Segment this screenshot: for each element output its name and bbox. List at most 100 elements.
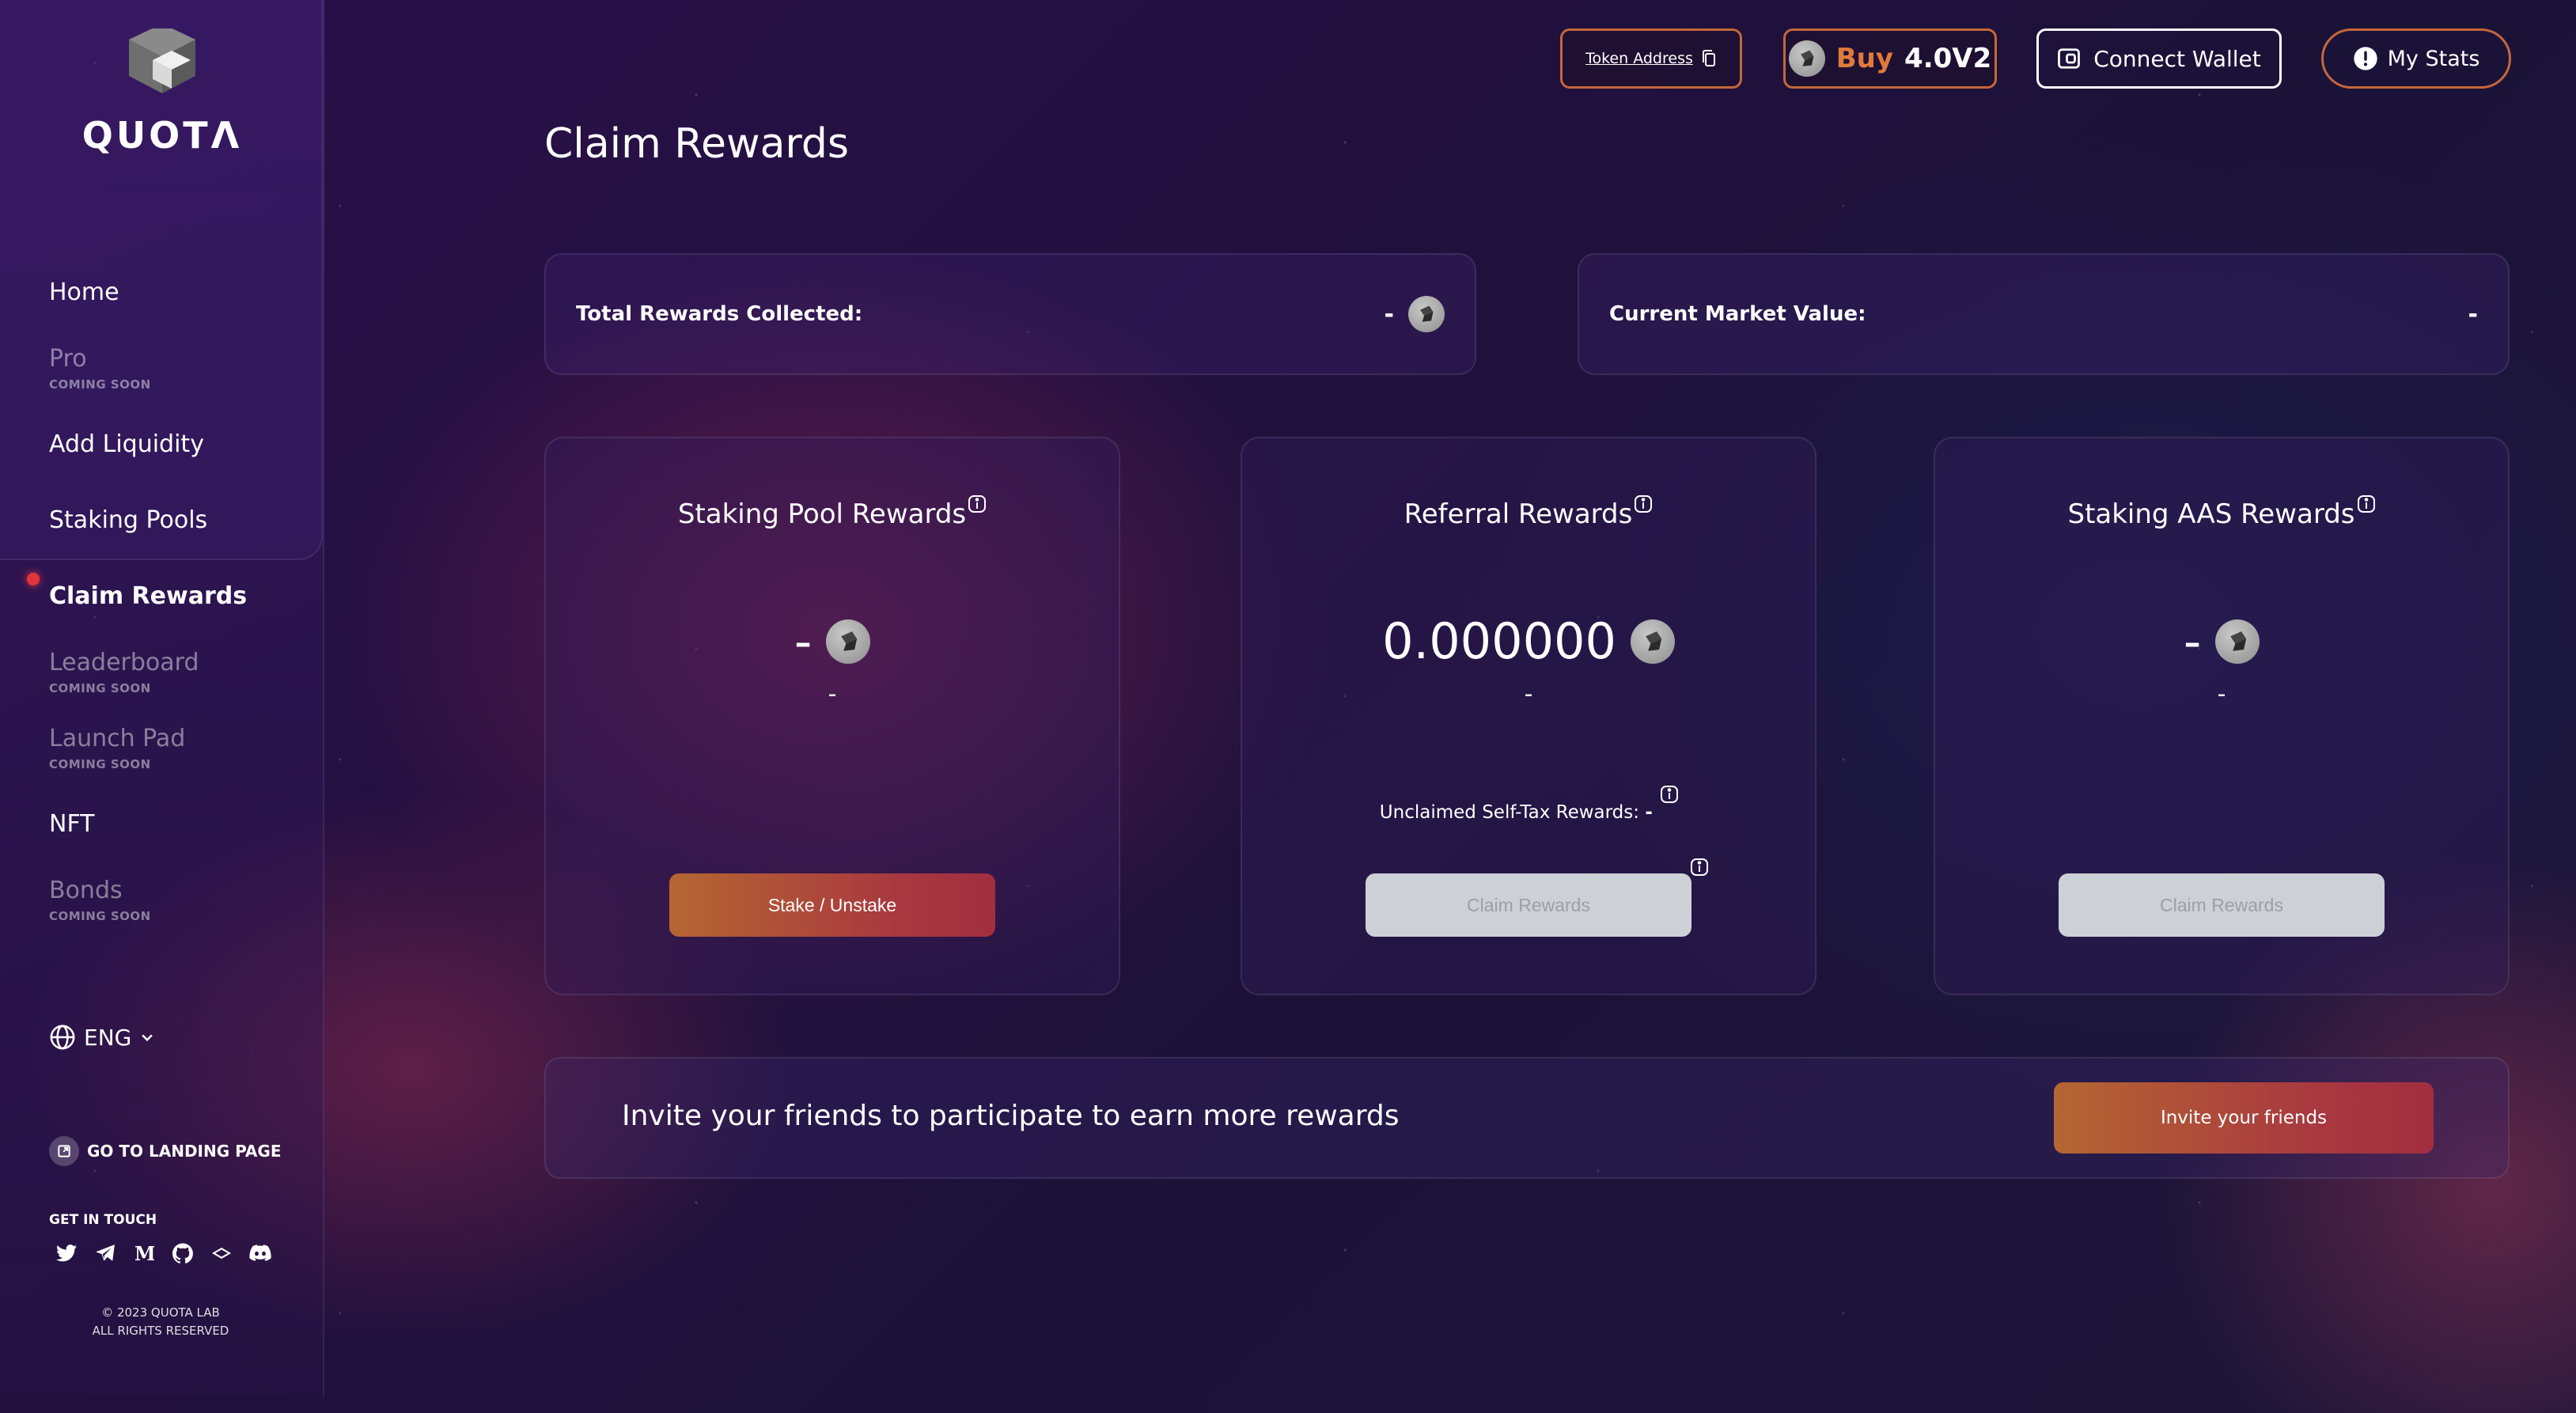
quota-coin-icon <box>1408 296 1445 332</box>
sidebar-item-bonds[interactable]: Bonds COMING SOON <box>49 877 151 923</box>
sidebar-item-add-liquidity[interactable]: Add Liquidity <box>49 430 204 458</box>
sidebar-item-launch-pad[interactable]: Launch Pad COMING SOON <box>49 725 185 771</box>
social-links: M <box>55 1242 271 1264</box>
page-title: Claim Rewards <box>544 120 849 168</box>
copyright: © 2023 QUOTA LAB ALL RIGHTS RESERVED <box>0 1304 321 1340</box>
copy-icon <box>1702 50 1715 66</box>
stake-unstake-button[interactable]: Stake / Unstake <box>669 873 995 937</box>
sidebar-item-staking-pools[interactable]: Staking Pools <box>49 506 207 534</box>
connect-wallet-label: Connect Wallet <box>2093 45 2261 72</box>
brand-name: QUOTΛ <box>81 114 243 157</box>
total-rewards-value: - <box>1384 300 1394 328</box>
info-icon[interactable] <box>1690 858 1709 880</box>
go-to-landing-link[interactable]: GO TO LANDING PAGE <box>49 1136 282 1166</box>
sidebar-item-label: Claim Rewards <box>49 582 248 610</box>
sidebar-item-home[interactable]: Home <box>49 278 119 306</box>
market-value: - <box>2468 300 2478 328</box>
quota-coin-icon <box>2215 619 2260 664</box>
sidebar-item-label: Add Liquidity <box>49 430 204 458</box>
globe-icon <box>50 1025 75 1050</box>
copyright-line: © 2023 QUOTA LAB <box>101 1305 220 1320</box>
market-value-label: Current Market Value: <box>1609 302 1866 326</box>
reward-usd-value: - <box>1524 680 1533 708</box>
reward-value: - <box>794 612 813 670</box>
my-stats-button[interactable]: My Stats <box>2321 28 2511 89</box>
reward-value: 0.000000 <box>1382 612 1616 670</box>
claim-referral-rewards-button[interactable]: Claim Rewards <box>1366 873 1691 937</box>
sidebar-item-claim-rewards[interactable]: Claim Rewards <box>49 582 247 610</box>
get-in-touch-heading: GET IN TOUCH <box>49 1212 157 1228</box>
coming-soon-label: COMING SOON <box>49 681 151 695</box>
alert-icon <box>2353 47 2377 70</box>
coming-soon-label: COMING SOON <box>49 377 151 392</box>
unclaimed-self-tax: Unclaimed Self-Tax Rewards: - <box>1242 786 1815 823</box>
language-selector[interactable]: ENG <box>49 1024 155 1051</box>
card-title-text: Staking Pool Rewards <box>677 498 967 530</box>
sidebar-item-label: Home <box>49 278 119 306</box>
wallet-icon <box>2058 48 2081 69</box>
landing-label: GO TO LANDING PAGE <box>87 1142 282 1161</box>
unclaimed-value: - <box>1645 802 1653 823</box>
reward-usd-value: - <box>828 680 837 708</box>
reward-value-group: - <box>546 612 1119 670</box>
active-indicator <box>27 573 40 585</box>
info-icon[interactable] <box>1634 489 1653 521</box>
token-address-label: Token Address <box>1585 50 1693 67</box>
chevron-down-icon <box>142 1034 153 1042</box>
card-title-text: Referral Rewards <box>1404 498 1633 530</box>
sidebar-item-label: NFT <box>49 810 95 838</box>
total-rewards-card: Total Rewards Collected: - <box>544 253 1476 375</box>
gitbook-icon[interactable] <box>210 1242 233 1264</box>
buy-label: Buy <box>1835 43 1894 74</box>
card-title: Referral Rewards <box>1242 495 1815 530</box>
connect-wallet-button[interactable]: Connect Wallet <box>2036 28 2282 89</box>
quota-logo[interactable]: QUOTΛ <box>79 28 245 157</box>
reward-value: - <box>2183 612 2202 670</box>
sidebar-item-pro[interactable]: Pro COMING SOON <box>49 345 151 392</box>
referral-rewards-card: Referral Rewards 0.000000 - Unclaimed Se… <box>1241 437 1816 995</box>
svg-text:M: M <box>134 1244 154 1262</box>
external-link-icon <box>49 1136 79 1166</box>
my-stats-label: My Stats <box>2387 46 2480 71</box>
reward-usd-value: - <box>2217 680 2226 708</box>
card-title-text: Staking AAS Rewards <box>2067 498 2355 530</box>
sidebar-item-label: Bonds <box>49 877 123 904</box>
staking-aas-rewards-card: Staking AAS Rewards - - Claim Rewards <box>1934 437 2510 995</box>
buy-version-label: 4.0V2 <box>1904 43 1992 74</box>
total-rewards-label: Total Rewards Collected: <box>576 302 863 326</box>
medium-icon[interactable]: M <box>133 1242 155 1264</box>
quota-logo-icon <box>129 28 195 93</box>
sidebar-item-label: Pro <box>49 345 87 373</box>
discord-icon[interactable] <box>249 1242 271 1264</box>
card-title: Staking Pool Rewards <box>546 495 1119 530</box>
invite-text: Invite your friends to participate to ea… <box>622 1100 1400 1132</box>
market-value-card: Current Market Value: - <box>1578 253 2510 375</box>
coming-soon-label: COMING SOON <box>49 909 151 923</box>
claim-aas-rewards-button[interactable]: Claim Rewards <box>2059 873 2385 937</box>
quota-coin-icon <box>1630 619 1675 664</box>
invite-friends-button[interactable]: Invite your friends <box>2054 1082 2434 1154</box>
info-icon[interactable] <box>2357 489 2376 521</box>
sidebar-item-label: Staking Pools <box>49 506 208 534</box>
sidebar-item-label: Leaderboard <box>49 649 199 676</box>
reward-value-group: - <box>1935 612 2508 670</box>
quota-coin-icon <box>1788 40 1825 77</box>
sidebar: QUOTΛ Home Pro COMING SOON Add Liquidity… <box>0 0 324 1396</box>
quota-coin-icon <box>826 619 871 664</box>
unclaimed-label: Unclaimed Self-Tax Rewards: <box>1379 802 1640 823</box>
reward-value-group: 0.000000 <box>1242 612 1815 670</box>
sidebar-item-leaderboard[interactable]: Leaderboard COMING SOON <box>49 649 199 695</box>
copyright-line: ALL RIGHTS RESERVED <box>92 1324 229 1338</box>
token-address-button[interactable]: Token Address <box>1560 28 1742 89</box>
info-icon[interactable] <box>1660 786 1679 809</box>
coming-soon-label: COMING SOON <box>49 757 151 771</box>
telegram-icon[interactable] <box>94 1242 116 1264</box>
sidebar-item-nft[interactable]: NFT <box>49 810 95 838</box>
github-icon[interactable] <box>172 1242 194 1264</box>
twitter-icon[interactable] <box>55 1242 78 1264</box>
language-label: ENG <box>84 1024 132 1051</box>
buy-token-button[interactable]: Buy 4.0V2 <box>1783 28 1997 89</box>
card-title: Staking AAS Rewards <box>1935 495 2508 530</box>
total-rewards-value-group: - <box>1385 296 1445 332</box>
info-icon[interactable] <box>968 489 987 521</box>
